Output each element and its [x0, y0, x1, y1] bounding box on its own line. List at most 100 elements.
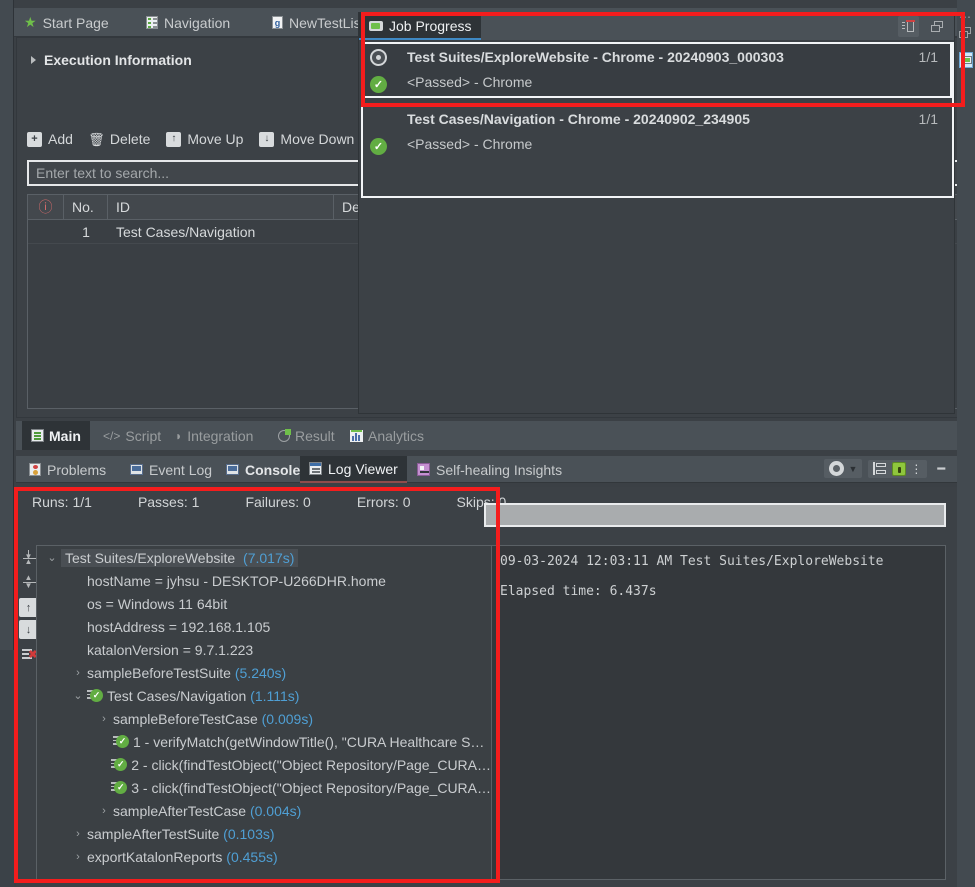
view-options-group: ▼: [824, 459, 863, 478]
tab-label: Self-healing Insights: [436, 461, 563, 478]
log-console-output: 09-03-2024 12:03:11 AM Test Suites/Explo…: [491, 545, 946, 880]
view-eye-icon[interactable]: [829, 461, 845, 476]
summary-errors: Errors: 0: [356, 494, 411, 510]
star-icon: ★: [24, 14, 37, 30]
editor-tab-newtestlist[interactable]: g NewTestLis: [262, 8, 371, 37]
chevron-right-icon[interactable]: ›: [69, 667, 87, 679]
log-tree[interactable]: ⌄ Test Suites/ExploreWebsite (7.017s) host…: [36, 545, 491, 880]
job-item[interactable]: Test Suites/ExploreWebsite - Chrome - 20…: [361, 42, 952, 98]
tab-integration[interactable]: ◗ Integration: [166, 421, 262, 450]
column-header-no[interactable]: No.: [64, 195, 108, 219]
chevron-down-icon[interactable]: ⌄: [43, 551, 61, 564]
editor-tab-start-page[interactable]: ★ Start Page: [14, 8, 119, 37]
log-tree-label: sampleBeforeTestCase: [113, 710, 258, 727]
move-down-button[interactable]: ↓ Move Down: [259, 131, 354, 147]
log-tree-label: 1 - verifyMatch(getWindowTitle(), "CURA …: [133, 733, 485, 750]
column-header-id[interactable]: ID: [108, 195, 334, 219]
result-icon: [278, 428, 291, 442]
delete-button[interactable]: 🗑 Delete: [88, 131, 150, 147]
log-summary-bar: Runs: 1/1 Passes: 1 Failures: 0 Errors: …: [32, 494, 506, 510]
minimize-icon[interactable]: ━: [937, 461, 945, 477]
tab-self-healing-insights[interactable]: Self-healing Insights: [408, 456, 571, 483]
tab-label: Integration: [187, 427, 254, 444]
tab-label: Analytics: [368, 427, 425, 444]
summary-passes: Passes: 1: [137, 494, 200, 510]
section-header[interactable]: Execution Information: [31, 52, 192, 68]
event-log-icon: [130, 464, 143, 475]
chevron-right-icon[interactable]: ›: [69, 828, 87, 840]
editor-tab-navigation[interactable]: Navigation: [136, 8, 240, 37]
console-icon: [226, 464, 239, 475]
tab-result[interactable]: Result: [269, 421, 344, 450]
job-item[interactable]: Test Cases/Navigation - Chrome - 2024090…: [361, 104, 952, 160]
chevron-right-icon[interactable]: ›: [95, 805, 113, 817]
tree-layout-icon[interactable]: [873, 461, 888, 476]
add-button-label: Add: [48, 131, 73, 147]
bottom-panel-toolbar: ▼ ⋮ ━ ☐: [824, 459, 971, 478]
log-tree-row[interactable]: › sampleBeforeTestSuite (5.240s): [37, 661, 491, 684]
analytics-icon: [350, 429, 363, 442]
log-tree-label: hostAddress = 192.168.1.105: [87, 618, 271, 635]
tab-analytics[interactable]: Analytics: [341, 421, 433, 450]
log-tree-duration: (1.111s): [246, 687, 300, 704]
tab-problems[interactable]: Problems: [20, 456, 115, 483]
overflow-dots-icon[interactable]: ⋯: [959, 10, 972, 24]
log-tree-row[interactable]: › sampleBeforeTestCase (0.009s): [37, 707, 491, 730]
lock-icon[interactable]: [892, 461, 907, 476]
problems-icon: [29, 463, 41, 476]
step-passed-icon: ✓: [111, 780, 128, 795]
editor-section-tabs: Main </> Script ◗ Integration Result Ana…: [16, 421, 957, 450]
move-up-button[interactable]: ↑ Move Up: [166, 131, 243, 147]
job-progress-toolbar: [898, 16, 948, 37]
log-tree-row[interactable]: › sampleAfterTestCase (0.004s): [37, 799, 491, 822]
log-tree-row[interactable]: › sampleAfterTestSuite (0.103s): [37, 822, 491, 845]
running-icon: [370, 49, 387, 66]
log-tree-row[interactable]: ✓ 2 - click(findTestObject("Object Reposi…: [37, 753, 491, 776]
left-outer-rail-bottom[interactable]: [0, 650, 14, 887]
log-tree-row[interactable]: ⌄ Test Suites/ExploreWebsite (7.017s): [37, 546, 491, 569]
clear-all-icon[interactable]: [898, 16, 919, 37]
job-title: Test Cases/Navigation - Chrome - 2024090…: [407, 111, 750, 127]
view-menu-icon[interactable]: ⋮: [910, 463, 922, 475]
column-header-status[interactable]: ⓘ: [28, 195, 64, 219]
log-tree-row[interactable]: ✓ 1 - verifyMatch(getWindowTitle(), "CURA…: [37, 730, 491, 753]
tab-label: Console: [245, 461, 301, 478]
tab-console[interactable]: Console: [217, 456, 309, 483]
log-tree-row[interactable]: hostAddress = 192.168.1.105: [37, 615, 491, 638]
integration-icon: ◗: [175, 428, 183, 443]
log-tree-row[interactable]: ⌄ ✓ Test Cases/Navigation (1.111s): [37, 684, 491, 707]
log-tree-row[interactable]: os = Windows 11 64bit: [37, 592, 491, 615]
passed-icon: ✓: [370, 138, 387, 155]
log-tree-duration: (0.004s): [246, 802, 302, 819]
tab-log-viewer[interactable]: Log Viewer: [300, 456, 407, 483]
log-tree-label: Test Suites/ExploreWebsite: [61, 548, 240, 567]
log-viewer-icon: [309, 462, 322, 475]
tab-main[interactable]: Main: [22, 421, 90, 450]
job-progress-icon[interactable]: [959, 52, 973, 68]
tab-event-log[interactable]: Event Log: [121, 456, 221, 483]
log-tree-row[interactable]: katalonVersion = 9.7.1.223: [37, 638, 491, 661]
progress-fill: [486, 505, 944, 525]
log-tree-row[interactable]: ✓ 3 - click(findTestObject("Object Reposi…: [37, 776, 491, 799]
chevron-down-icon[interactable]: ⌄: [69, 689, 87, 702]
tab-script[interactable]: </> Script: [94, 421, 170, 450]
job-progress-view: Job Progress Test Suites/ExploreWebsite …: [358, 12, 955, 414]
chevron-right-icon[interactable]: ›: [69, 851, 87, 863]
log-tree-duration: (0.455s): [222, 848, 278, 865]
step-passed-icon: ✓: [87, 688, 103, 703]
chevron-right-icon[interactable]: ›: [95, 713, 113, 725]
log-tree-row[interactable]: › exportKatalonReports (0.455s): [37, 845, 491, 868]
chevron-right-icon[interactable]: [31, 56, 36, 64]
page-title: Execution Information: [44, 52, 192, 68]
restore-view-icon[interactable]: [927, 16, 948, 37]
move-up-button-label: Move Up: [187, 131, 244, 147]
add-button[interactable]: + Add: [27, 131, 73, 147]
restore-view-icon[interactable]: [959, 26, 973, 38]
code-icon: </>: [103, 428, 121, 443]
log-tree-row[interactable]: hostName = jyhsu - DESKTOP-U266DHR.home: [37, 569, 491, 592]
tab-job-progress[interactable]: Job Progress: [359, 13, 482, 40]
chevron-down-icon[interactable]: ▼: [848, 464, 857, 474]
summary-runs: Runs: 1/1: [32, 494, 92, 510]
log-tree-label: 2 - click(findTestObject("Object Reposit…: [131, 756, 491, 773]
execution-progress-bar: [484, 503, 946, 527]
